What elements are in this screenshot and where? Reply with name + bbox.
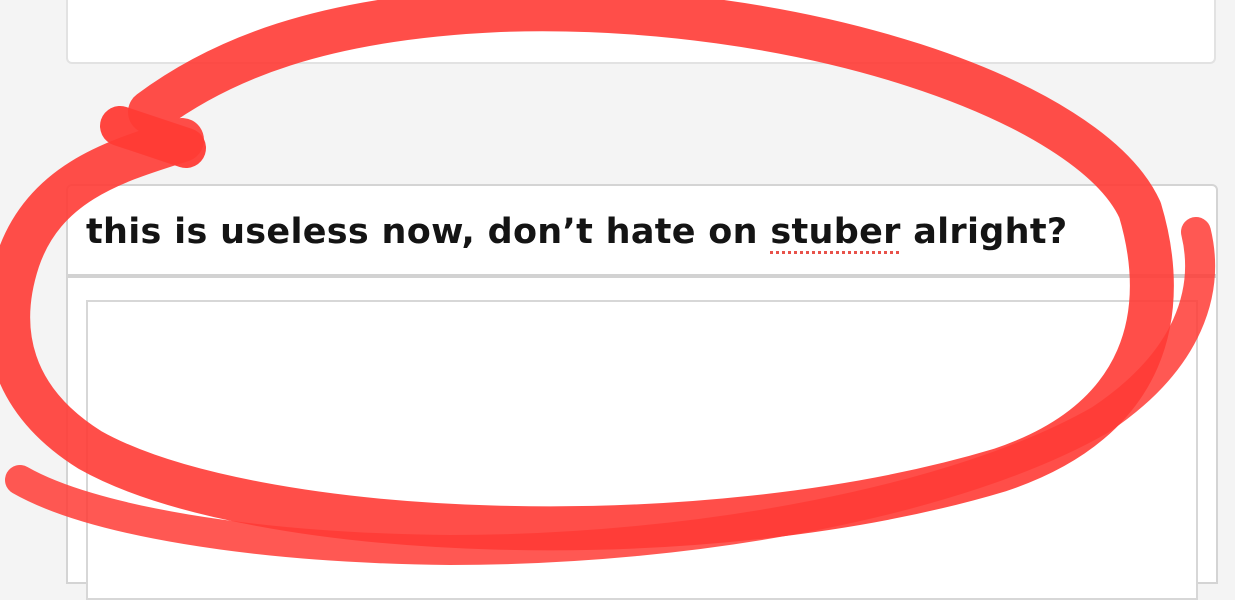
post-editor-card: this is useless now, don’t hate on stube… (66, 184, 1218, 600)
misspelled-word[interactable]: stuber (770, 212, 900, 252)
title-text-before: this is useless now, don’t hate on (86, 212, 771, 252)
previous-post-card (66, 0, 1216, 64)
title-input[interactable]: this is useless now, don’t hate on stube… (68, 186, 1168, 274)
title-bar: this is useless now, don’t hate on stube… (68, 186, 1216, 278)
title-text-after: alright? (900, 212, 1068, 252)
annotation-stroke-start (100, 106, 206, 168)
body-textarea[interactable] (86, 300, 1198, 600)
